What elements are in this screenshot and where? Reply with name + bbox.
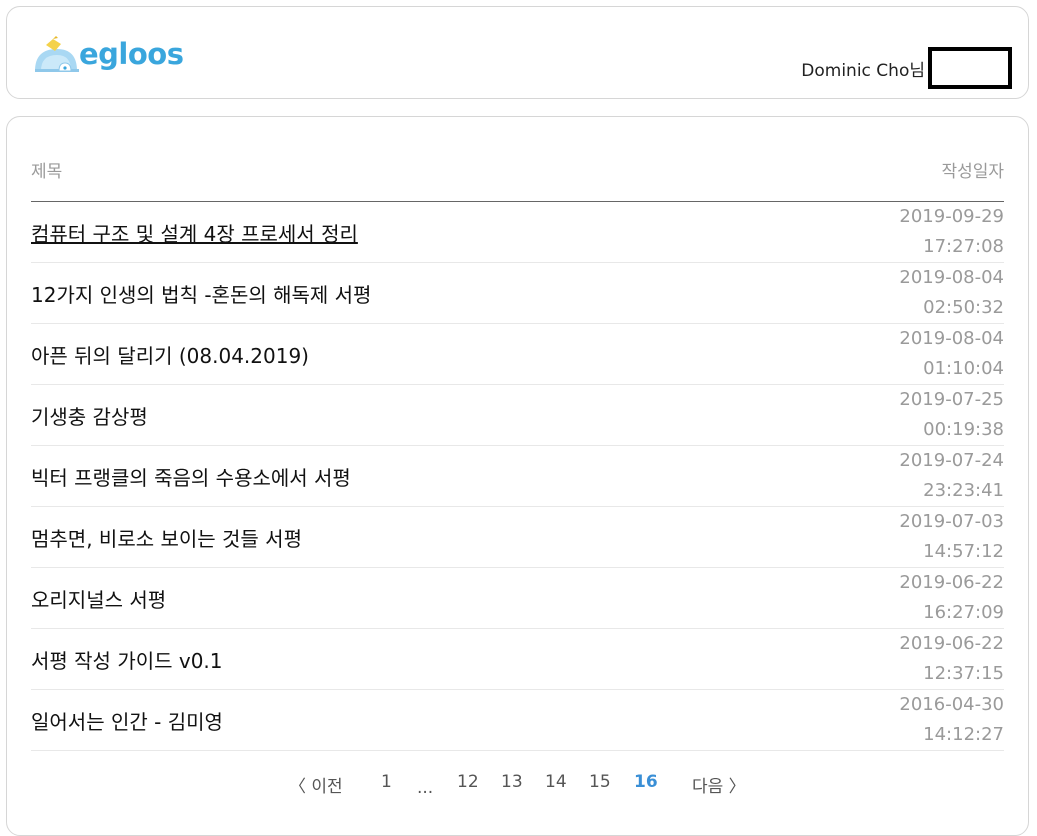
post-date-day: 2019-07-03	[899, 511, 1004, 532]
post-row: 빅터 프랭클의 죽음의 수용소에서 서평 2019-07-24 23:23:41	[31, 446, 1004, 507]
post-title-link[interactable]: 멈추면, 비로소 보이는 것들 서평	[31, 523, 302, 552]
date-column-header: 작성일자	[941, 162, 1004, 182]
post-date-day: 2019-07-24	[899, 450, 1004, 471]
post-row: 아픈 뒤의 달리기 (08.04.2019) 2019-08-04 01:10:…	[31, 324, 1004, 385]
pagination-ellipsis: ...	[417, 778, 434, 798]
user-menu-box[interactable]	[928, 47, 1012, 89]
current-page: 16	[634, 772, 658, 792]
page-link-13[interactable]: 13	[501, 772, 523, 792]
title-column-header: 제목	[31, 162, 63, 182]
post-date-time: 02:50:32	[923, 297, 1004, 318]
post-date-time: 14:12:27	[923, 724, 1004, 745]
page-link-15[interactable]: 15	[589, 772, 611, 792]
post-rows: 컴퓨터 구조 및 설계 4장 프로세서 정리 2019-09-29 17:27:…	[31, 202, 1004, 751]
post-date-day: 2016-04-30	[899, 694, 1004, 715]
prev-page-link[interactable]: 〈 이전	[289, 772, 343, 797]
post-title-link[interactable]: 일어서는 인간 - 김미영	[31, 706, 223, 735]
igloo-icon	[35, 36, 79, 72]
post-date-day: 2019-07-25	[899, 389, 1004, 410]
post-date-day: 2019-08-04	[899, 328, 1004, 349]
user-name[interactable]: Dominic Cho님	[801, 56, 925, 81]
post-title-link[interactable]: 서평 작성 가이드 v0.1	[31, 645, 223, 674]
post-title-link[interactable]: 기생충 감상평	[31, 401, 148, 430]
page-link-14[interactable]: 14	[545, 772, 567, 792]
post-date: 2019-09-29 17:27:08	[899, 202, 1004, 262]
page-link-12[interactable]: 12	[457, 772, 479, 792]
post-row: 컴퓨터 구조 및 설계 4장 프로세서 정리 2019-09-29 17:27:…	[31, 202, 1004, 263]
egloos-logo[interactable]: egloos	[31, 33, 184, 77]
post-date: 2019-08-04 02:50:32	[899, 263, 1004, 323]
post-list-card: 제목 작성일자 컴퓨터 구조 및 설계 4장 프로세서 정리 2019-09-2…	[6, 116, 1029, 836]
pagination: 〈 이전 1 ... 12 13 14 15 16 다음 〉	[7, 772, 1028, 802]
page-link-1[interactable]: 1	[381, 772, 392, 792]
post-row: 오리지널스 서평 2019-06-22 16:27:09	[31, 568, 1004, 629]
post-date-time: 00:19:38	[923, 419, 1004, 440]
post-date-day: 2019-09-29	[899, 206, 1004, 227]
post-date-time: 12:37:15	[923, 663, 1004, 684]
post-date-time: 16:27:09	[923, 602, 1004, 623]
post-date: 2019-07-03 14:57:12	[899, 507, 1004, 567]
post-title-link[interactable]: 12가지 인생의 법칙 -혼돈의 해독제 서평	[31, 279, 371, 308]
list-header: 제목 작성일자	[31, 157, 1004, 202]
post-title-link[interactable]: 아픈 뒤의 달리기 (08.04.2019)	[31, 340, 309, 369]
post-row: 서평 작성 가이드 v0.1 2019-06-22 12:37:15	[31, 629, 1004, 690]
post-title-link[interactable]: 빅터 프랭클의 죽음의 수용소에서 서평	[31, 462, 351, 491]
post-date-time: 23:23:41	[923, 480, 1004, 501]
post-title-link[interactable]: 오리지널스 서평	[31, 584, 166, 613]
user-area: Dominic Cho님	[801, 47, 1012, 89]
logo-text: egloos	[79, 37, 184, 71]
post-row: 12가지 인생의 법칙 -혼돈의 해독제 서평 2019-08-04 02:50…	[31, 263, 1004, 324]
post-date-day: 2019-06-22	[899, 633, 1004, 654]
post-row: 일어서는 인간 - 김미영 2016-04-30 14:12:27	[31, 690, 1004, 751]
post-row: 멈추면, 비로소 보이는 것들 서평 2019-07-03 14:57:12	[31, 507, 1004, 568]
post-date: 2019-07-24 23:23:41	[899, 446, 1004, 506]
post-title-link[interactable]: 컴퓨터 구조 및 설계 4장 프로세서 정리	[31, 218, 358, 247]
post-date-time: 01:10:04	[923, 358, 1004, 379]
post-date: 2019-06-22 12:37:15	[899, 629, 1004, 689]
post-row: 기생충 감상평 2019-07-25 00:19:38	[31, 385, 1004, 446]
post-date-time: 17:27:08	[923, 236, 1004, 257]
next-page-link[interactable]: 다음 〉	[692, 772, 746, 797]
post-date-time: 14:57:12	[923, 541, 1004, 562]
header-card: egloos Dominic Cho님	[6, 6, 1029, 99]
post-date: 2019-06-22 16:27:09	[899, 568, 1004, 628]
post-date: 2019-07-25 00:19:38	[899, 385, 1004, 445]
post-date: 2019-08-04 01:10:04	[899, 324, 1004, 384]
post-date-day: 2019-08-04	[899, 267, 1004, 288]
post-date: 2016-04-30 14:12:27	[899, 690, 1004, 750]
post-date-day: 2019-06-22	[899, 572, 1004, 593]
